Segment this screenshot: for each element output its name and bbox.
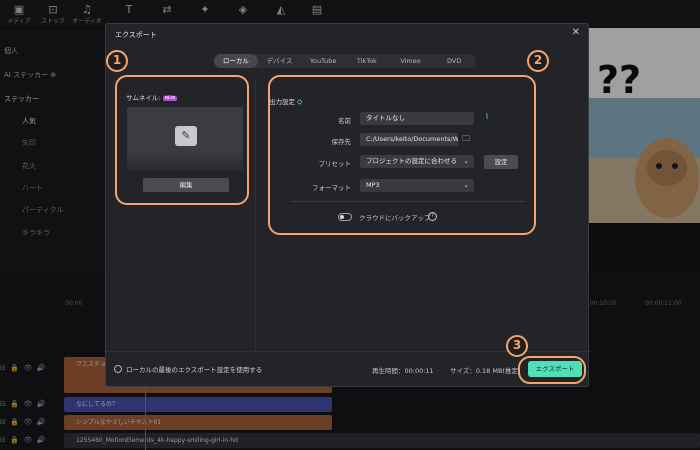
use-last-settings-label: ローカルの最後のエクスポート設定を使用する [126, 366, 263, 374]
tab-tiktok[interactable]: TikTok [345, 54, 389, 68]
callout-marker-2: 2 [527, 50, 549, 72]
dialog-title: エクスポート [115, 31, 157, 39]
close-icon[interactable]: ✕ [572, 27, 580, 38]
tab-vimeo[interactable]: Vimeo [389, 54, 433, 68]
use-last-settings-checkbox[interactable] [114, 365, 122, 373]
export-tabs: ローカル デバイス YouTube TikTok Vimeo DVD [214, 54, 476, 68]
callout-box-1 [115, 75, 249, 205]
size-info: サイズ：0.18 MB(推定) [450, 367, 521, 375]
callout-marker-3: 3 [506, 335, 528, 357]
tab-device[interactable]: デバイス [258, 54, 302, 68]
callout-box-3 [518, 356, 586, 384]
tab-dvd[interactable]: DVD [432, 54, 476, 68]
callout-box-2 [268, 75, 536, 235]
duration-info: 再生時間：00:00:11 [372, 367, 434, 375]
tab-local[interactable]: ローカル [214, 54, 258, 68]
callout-marker-1: 1 [106, 50, 128, 72]
tab-youtube[interactable]: YouTube [301, 54, 345, 68]
